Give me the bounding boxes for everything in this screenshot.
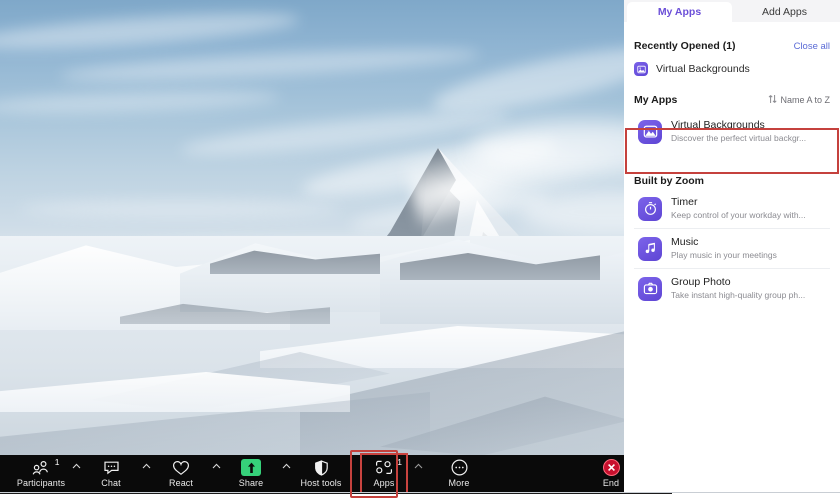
recently-opened-header: Recently Opened (1) Close all (634, 40, 830, 52)
share-caret-icon[interactable] (278, 455, 294, 492)
participants-count: 1 (54, 457, 60, 467)
toolbar-label-participants: Participants (16, 478, 66, 488)
virtual-background-image (0, 0, 624, 455)
app-name: Virtual Backgrounds (671, 119, 765, 131)
app-text-block: Group Photo Take instant high-quality gr… (671, 276, 805, 301)
app-row-timer[interactable]: Timer Keep control of your workday with.… (634, 189, 830, 228)
window-bottom-edge (0, 492, 840, 500)
app-text-block: Timer Keep control of your workday with.… (671, 196, 806, 221)
app-name: Music (671, 236, 699, 248)
cloud-shape (0, 86, 281, 118)
sort-arrows-icon (768, 94, 778, 106)
zoom-meeting-window: 1 Participants Chat React Share Host too… (0, 0, 840, 500)
shield-icon (314, 458, 329, 477)
app-description: Discover the perfect virtual backgr... (671, 133, 807, 143)
sort-label: Name A to Z (780, 95, 830, 105)
apps-side-panel: My Apps Add Apps Recently Opened (1) Clo… (624, 0, 840, 492)
app-row-music[interactable]: Music Play music in your meetings (634, 228, 830, 268)
toolbar-label-more: More (448, 478, 470, 488)
toolbar-button-participants[interactable]: 1 Participants (14, 455, 68, 492)
apps-caret-icon[interactable] (410, 455, 426, 492)
image-mountain-icon (638, 119, 662, 144)
app-name: Group Photo (671, 276, 731, 288)
toolbar-button-host-tools[interactable]: Host tools (294, 455, 348, 492)
toolbar-button-apps[interactable]: 1 Apps (360, 453, 408, 494)
participants-icon: 1 (32, 457, 60, 477)
video-stage (0, 0, 624, 492)
sort-control[interactable]: Name A to Z (768, 94, 830, 106)
end-call-icon (602, 458, 620, 477)
toolbar-button-react[interactable]: React (154, 455, 208, 492)
app-name: Timer (671, 196, 698, 208)
chat-icon (103, 458, 120, 477)
cloud-shape (59, 43, 481, 87)
bottom-edge-dark-segment (0, 493, 672, 494)
recently-opened-title: Recently Opened (1) (634, 40, 736, 52)
react-caret-icon[interactable] (208, 455, 224, 492)
toolbar-label-react: React (168, 478, 193, 488)
recent-item-label: Virtual Backgrounds (656, 63, 750, 75)
built-by-zoom-header: Built by Zoom (634, 175, 830, 187)
cloud-shape (20, 200, 340, 218)
close-all-link[interactable]: Close all (794, 41, 830, 52)
app-row-group-photo[interactable]: Group Photo Take instant high-quality gr… (634, 268, 830, 308)
more-ellipsis-icon (450, 458, 468, 477)
toolbar-button-share[interactable]: Share (224, 455, 278, 492)
music-note-icon (638, 236, 662, 261)
toolbar-label-apps: Apps (373, 478, 395, 488)
meeting-toolbar: 1 Participants Chat React Share Host too… (0, 453, 672, 494)
my-apps-header: My Apps Name A to Z (634, 94, 830, 106)
app-description: Keep control of your workday with... (671, 210, 806, 220)
toolbar-label-host-tools: Host tools (300, 478, 342, 488)
toolbar-label-chat: Chat (101, 478, 121, 488)
app-description: Take instant high-quality group ph... (671, 290, 806, 300)
app-description: Play music in your meetings (671, 250, 777, 260)
panel-content: Recently Opened (1) Close all Virtual Ba… (624, 40, 840, 308)
toolbar-label-end: End (602, 478, 620, 488)
stopwatch-icon (638, 196, 662, 221)
cloud-shape (0, 6, 301, 56)
toolbar-button-chat[interactable]: Chat (84, 455, 138, 492)
my-apps-title: My Apps (634, 94, 678, 106)
panel-tabs: My Apps Add Apps (624, 0, 840, 22)
tab-add-apps-label: Add Apps (762, 6, 807, 18)
recent-item-virtual-backgrounds[interactable]: Virtual Backgrounds (634, 58, 830, 80)
built-by-zoom-title: Built by Zoom (634, 175, 704, 187)
app-row-virtual-backgrounds[interactable]: Virtual Backgrounds Discover the perfect… (634, 110, 830, 153)
heart-icon (172, 458, 190, 477)
tab-add-apps[interactable]: Add Apps (732, 2, 837, 22)
share-screen-icon (241, 458, 261, 477)
toolbar-button-more[interactable]: More (432, 455, 486, 492)
chat-caret-icon[interactable] (138, 455, 154, 492)
apps-count: 1 (397, 457, 402, 467)
camera-icon (638, 276, 662, 301)
app-text-block: Music Play music in your meetings (671, 236, 777, 261)
participants-caret-icon[interactable] (68, 455, 84, 492)
app-text-block: Virtual Backgrounds Discover the perfect… (671, 119, 806, 144)
tab-my-apps-label: My Apps (657, 6, 702, 18)
image-mountain-icon (634, 62, 648, 76)
apps-icon: 1 (375, 457, 402, 477)
tab-my-apps[interactable]: My Apps (627, 2, 732, 22)
toolbar-label-share: Share (238, 478, 264, 488)
